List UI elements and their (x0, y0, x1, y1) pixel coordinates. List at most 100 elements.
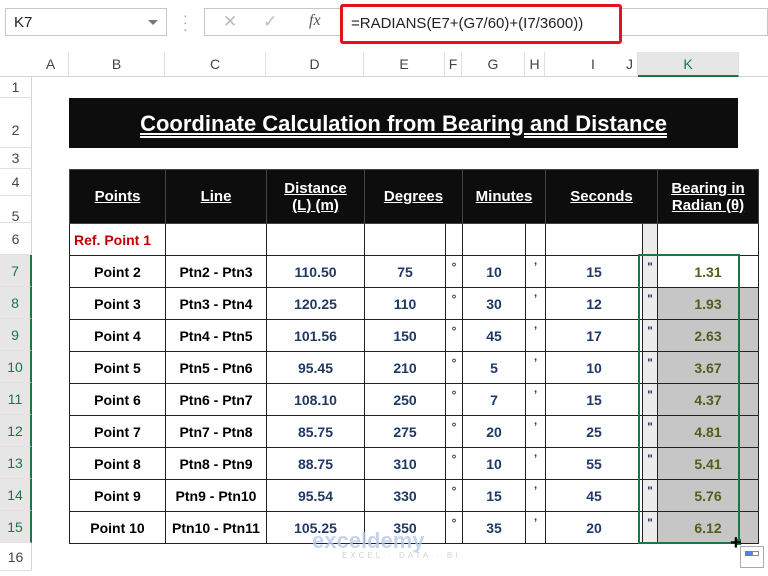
point-cell[interactable]: Point 8 (69, 447, 166, 480)
bearing-radian-cell[interactable]: 4.81 (657, 415, 759, 448)
line-cell[interactable]: Ptn8 - Ptn9 (165, 447, 267, 480)
degrees-cell[interactable]: 150 (364, 319, 446, 352)
distance-cell[interactable]: 95.54 (266, 479, 365, 512)
degrees-cell[interactable]: 210 (364, 351, 446, 384)
header-bearing-radian[interactable]: Bearing in Radian (θ) (657, 169, 759, 224)
second-symbol[interactable]: " (642, 415, 658, 448)
distance-cell[interactable]: 120.25 (266, 287, 365, 320)
bearing-radian-cell[interactable]: 4.37 (657, 383, 759, 416)
chevron-down-icon[interactable] (148, 20, 158, 25)
header-points[interactable]: Points (69, 169, 166, 224)
seconds-cell[interactable]: 20 (545, 511, 643, 544)
cell[interactable] (445, 223, 463, 256)
point-cell[interactable]: Point 10 (69, 511, 166, 544)
column-header-b[interactable]: B (69, 52, 165, 77)
row-header-5[interactable]: 5 (0, 196, 32, 224)
point-cell[interactable]: Point 4 (69, 319, 166, 352)
degree-symbol[interactable]: ° (445, 383, 463, 416)
point-cell[interactable]: Point 9 (69, 479, 166, 512)
header-minutes[interactable]: Minutes (462, 169, 546, 224)
bearing-radian-cell[interactable]: 1.31 (657, 255, 759, 288)
cell[interactable] (165, 223, 267, 256)
minutes-cell[interactable]: 10 (462, 447, 526, 480)
degree-symbol[interactable]: ° (445, 255, 463, 288)
degrees-cell[interactable]: 110 (364, 287, 446, 320)
formula-input[interactable]: =RADIANS(E7+(G7/60)+(I7/3600)) (340, 4, 622, 44)
second-symbol[interactable]: " (642, 287, 658, 320)
row-header-1[interactable]: 1 (0, 77, 32, 98)
second-symbol[interactable]: " (642, 319, 658, 352)
distance-cell[interactable]: 101.56 (266, 319, 365, 352)
second-symbol[interactable]: " (642, 479, 658, 512)
degree-symbol[interactable]: ° (445, 415, 463, 448)
seconds-cell[interactable]: 15 (545, 383, 643, 416)
point-cell[interactable]: Point 7 (69, 415, 166, 448)
degree-symbol[interactable]: ° (445, 351, 463, 384)
point-cell[interactable]: Point 3 (69, 287, 166, 320)
second-symbol[interactable]: " (642, 511, 658, 544)
row-header-9[interactable]: 9 (0, 319, 32, 351)
minutes-cell[interactable]: 7 (462, 383, 526, 416)
row-header-14[interactable]: 14 (0, 479, 32, 511)
cell[interactable] (657, 223, 759, 256)
insert-function-icon[interactable]: fx (309, 12, 321, 30)
name-box[interactable]: K7 (5, 8, 167, 36)
second-symbol[interactable]: " (642, 351, 658, 384)
seconds-cell[interactable]: 55 (545, 447, 643, 480)
bearing-radian-cell[interactable]: 5.76 (657, 479, 759, 512)
distance-cell[interactable]: 88.75 (266, 447, 365, 480)
column-header-a[interactable]: A (33, 52, 69, 77)
minutes-cell[interactable]: 30 (462, 287, 526, 320)
minute-symbol[interactable]: ’ (525, 319, 546, 352)
row-header-13[interactable]: 13 (0, 447, 32, 479)
bearing-radian-cell[interactable]: 2.63 (657, 319, 759, 352)
degree-symbol[interactable]: ° (445, 447, 463, 480)
cell[interactable] (525, 223, 546, 256)
distance-cell[interactable]: 95.45 (266, 351, 365, 384)
column-header-h[interactable]: H (525, 52, 545, 77)
minutes-cell[interactable]: 15 (462, 479, 526, 512)
row-header-12[interactable]: 12 (0, 415, 32, 447)
enter-icon[interactable]: ✓ (263, 12, 277, 32)
column-header-e[interactable]: E (364, 52, 445, 77)
row-header-10[interactable]: 10 (0, 351, 32, 383)
degrees-cell[interactable]: 275 (364, 415, 446, 448)
point-cell[interactable]: Point 5 (69, 351, 166, 384)
line-cell[interactable]: Ptn7 - Ptn8 (165, 415, 267, 448)
cell[interactable] (642, 223, 658, 256)
row-header-15[interactable]: 15 (0, 511, 32, 543)
row-header-7[interactable]: 7 (0, 255, 32, 287)
row-header-11[interactable]: 11 (0, 383, 32, 415)
line-cell[interactable]: Ptn3 - Ptn4 (165, 287, 267, 320)
column-header-c[interactable]: C (165, 52, 266, 77)
header-seconds[interactable]: Seconds (545, 169, 658, 224)
degrees-cell[interactable]: 250 (364, 383, 446, 416)
minute-symbol[interactable]: ’ (525, 383, 546, 416)
minutes-cell[interactable]: 20 (462, 415, 526, 448)
cell[interactable] (266, 223, 365, 256)
line-cell[interactable]: Ptn5 - Ptn6 (165, 351, 267, 384)
second-symbol[interactable]: " (642, 447, 658, 480)
minute-symbol[interactable]: ’ (525, 511, 546, 544)
minute-symbol[interactable]: ’ (525, 351, 546, 384)
seconds-cell[interactable]: 10 (545, 351, 643, 384)
minutes-cell[interactable]: 45 (462, 319, 526, 352)
bearing-radian-cell[interactable]: 3.67 (657, 351, 759, 384)
seconds-cell[interactable]: 15 (545, 255, 643, 288)
degree-symbol[interactable]: ° (445, 479, 463, 512)
minute-symbol[interactable]: ’ (525, 415, 546, 448)
minutes-cell[interactable]: 35 (462, 511, 526, 544)
second-symbol[interactable]: " (642, 383, 658, 416)
minute-symbol[interactable]: ’ (525, 447, 546, 480)
minutes-cell[interactable]: 10 (462, 255, 526, 288)
minute-symbol[interactable]: ’ (525, 255, 546, 288)
ref-point-cell[interactable]: Ref. Point 1 (69, 223, 166, 256)
bearing-radian-cell[interactable]: 1.93 (657, 287, 759, 320)
cancel-icon[interactable]: ✕ (223, 12, 237, 32)
degree-symbol[interactable]: ° (445, 287, 463, 320)
degrees-cell[interactable]: 310 (364, 447, 446, 480)
column-header-j[interactable]: J (622, 52, 638, 77)
distance-cell[interactable]: 110.50 (266, 255, 365, 288)
distance-cell[interactable]: 108.10 (266, 383, 365, 416)
seconds-cell[interactable]: 45 (545, 479, 643, 512)
